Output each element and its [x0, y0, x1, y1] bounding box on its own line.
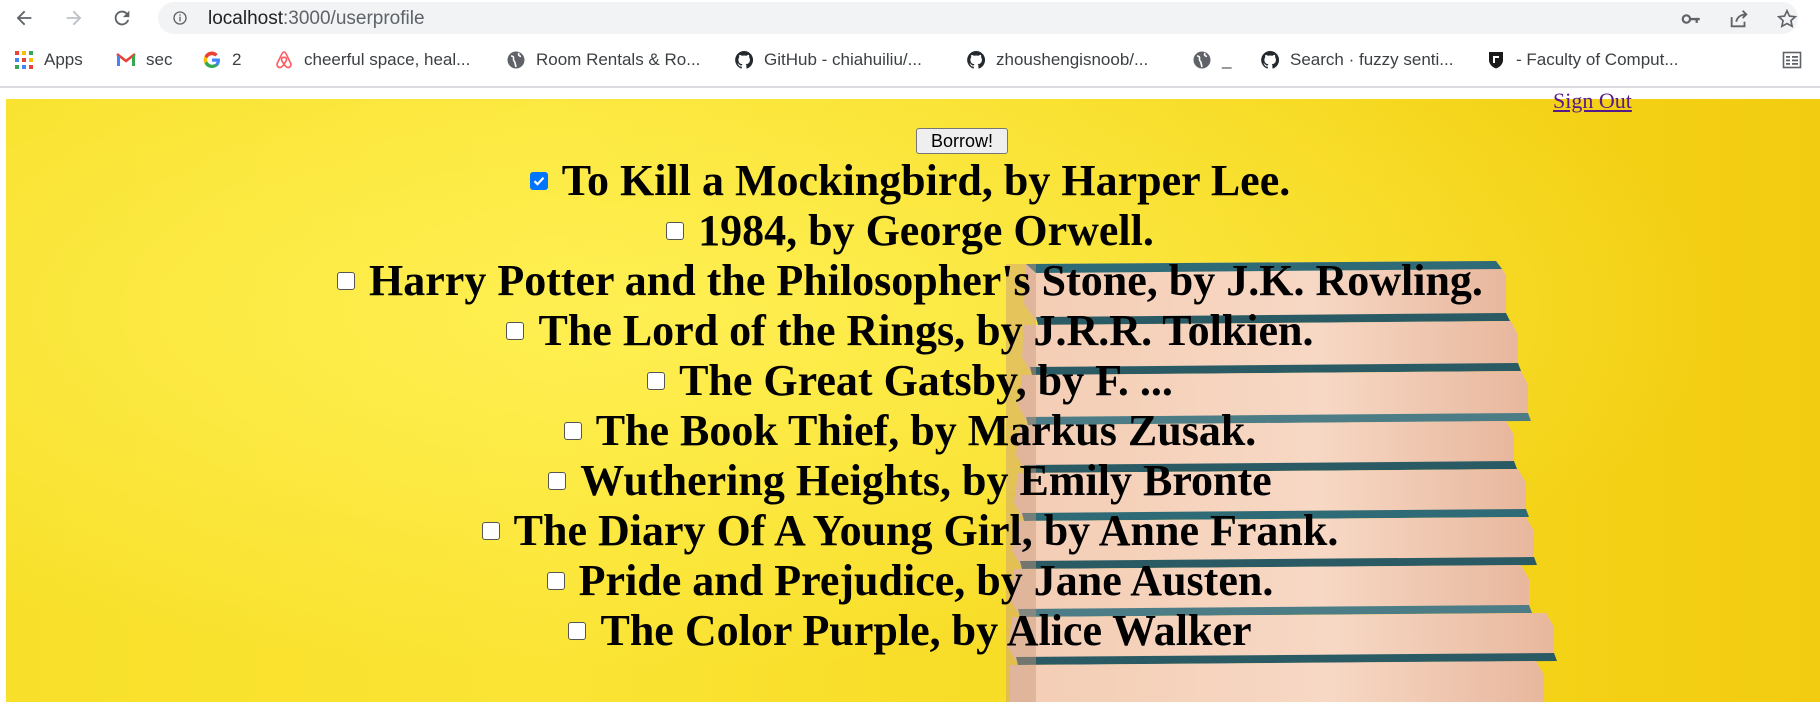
bookmark-gmail[interactable]: sec	[116, 48, 172, 72]
book-checkbox[interactable]	[337, 271, 356, 290]
bookmark-github-search[interactable]: Search · fuzzy senti...	[1260, 48, 1453, 72]
book-title: Harry Potter and the Philosopher's Stone…	[369, 256, 1483, 305]
book-title: Wuthering Heights, by Emily Bronte	[580, 456, 1272, 505]
book-checkbox[interactable]	[568, 621, 587, 640]
reload-button[interactable]	[108, 4, 136, 32]
bookmark-label: _	[1222, 50, 1232, 69]
bookmark-apps[interactable]: Apps	[14, 48, 83, 72]
bookmark-label: GitHub - chiahuiliu/...	[764, 50, 922, 69]
key-icon[interactable]	[1680, 8, 1702, 30]
bookmark-google[interactable]: 2	[202, 48, 241, 72]
book-checkbox[interactable]	[546, 571, 565, 590]
browser-toolbar: localhost:3000/userprofile	[0, 0, 1820, 36]
github-icon	[735, 50, 754, 69]
reading-list-icon	[1782, 51, 1802, 69]
book-checkbox[interactable]	[563, 421, 582, 440]
book-item: Pride and Prejudice, by Jane Austen.	[0, 556, 1820, 606]
book-title: Pride and Prejudice, by Jane Austen.	[578, 556, 1274, 605]
book-checkbox[interactable]	[666, 221, 685, 240]
shield-icon	[1489, 52, 1503, 69]
star-icon[interactable]	[1776, 8, 1798, 30]
sign-out-link[interactable]: Sign Out	[1553, 88, 1632, 114]
book-item: Harry Potter and the Philosopher's Stone…	[0, 256, 1820, 306]
bookmark-label: Search · fuzzy senti...	[1290, 50, 1454, 69]
info-icon[interactable]	[172, 10, 188, 26]
borrow-button[interactable]: Borrow!	[916, 128, 1008, 154]
book-title: The Great Gatsby, by F. ...	[679, 356, 1173, 405]
bookmark-label: 2	[232, 50, 242, 69]
bookmark-label: Apps	[44, 50, 83, 69]
book-item: 1984, by George Orwell.	[0, 206, 1820, 256]
reload-icon	[114, 10, 130, 26]
book-item: The Book Thief, by Markus Zusak.	[0, 406, 1820, 456]
gmail-icon	[116, 52, 136, 66]
bookmark-label: - Faculty of Comput...	[1516, 50, 1679, 69]
back-arrow-icon	[16, 10, 32, 26]
share-icon[interactable]	[1728, 8, 1750, 30]
book-checkbox[interactable]	[548, 471, 567, 490]
book-checkbox[interactable]	[506, 321, 525, 340]
book-checkbox[interactable]	[647, 371, 666, 390]
book-item: The Lord of the Rings, by J.R.R. Tolkien…	[0, 306, 1820, 356]
bookmark-room-rentals[interactable]: Room Rentals & Ro...	[506, 48, 700, 72]
book-checkbox[interactable]	[481, 521, 500, 540]
bookmark-github-zhousheng[interactable]: zhoushengisnoob/...	[966, 48, 1148, 72]
bookmark-underscore[interactable]: _	[1192, 48, 1231, 72]
book-title: The Book Thief, by Markus Zusak.	[595, 406, 1257, 455]
book-title: The Color Purple, by Alice Walker	[600, 606, 1252, 655]
book-checkbox[interactable]	[529, 171, 548, 190]
book-item: The Color Purple, by Alice Walker	[0, 606, 1820, 656]
forward-button[interactable]	[60, 4, 88, 32]
bookmark-label: cheerful space, heal...	[304, 50, 471, 69]
bookmark-github-chiahuiliu[interactable]: GitHub - chiahuiliu/...	[734, 48, 922, 72]
book-title: The Lord of the Rings, by J.R.R. Tolkien…	[538, 306, 1314, 355]
github-icon	[1261, 50, 1280, 69]
bookmark-label: zhoushengisnoob/...	[996, 50, 1149, 69]
toolbar-divider	[0, 86, 1820, 88]
bookmark-label: sec	[146, 50, 173, 69]
book-item: To Kill a Mockingbird, by Harper Lee.	[0, 156, 1820, 206]
book-title: To Kill a Mockingbird, by Harper Lee.	[561, 156, 1291, 205]
book-item: The Diary Of A Young Girl, by Anne Frank…	[0, 506, 1820, 556]
url-host: localhost	[208, 8, 283, 29]
github-icon	[967, 50, 986, 69]
bookmark-faculty[interactable]: - Faculty of Comput...	[1486, 48, 1679, 72]
book-item: Wuthering Heights, by Emily Bronte	[0, 456, 1820, 506]
globe-icon	[1193, 51, 1211, 69]
bookmark-airbnb[interactable]: cheerful space, heal...	[274, 48, 470, 72]
back-button[interactable]	[10, 4, 38, 32]
bookmarks-bar: Apps sec 2 cheerful space, heal... Room …	[0, 40, 1820, 80]
reading-list-button[interactable]	[1782, 48, 1812, 72]
bookmark-label: Room Rentals & Ro...	[536, 50, 701, 69]
google-icon	[203, 51, 220, 69]
url-path: :3000/userprofile	[283, 8, 425, 29]
globe-icon	[507, 51, 525, 69]
address-bar[interactable]: localhost:3000/userprofile	[158, 2, 1798, 34]
apps-grid-icon	[15, 51, 33, 69]
book-item: The Great Gatsby, by F. ...	[0, 356, 1820, 406]
book-title: 1984, by George Orwell.	[698, 206, 1154, 255]
book-title: The Diary Of A Young Girl, by Anne Frank…	[513, 506, 1339, 555]
forward-arrow-icon	[66, 10, 82, 26]
url-text[interactable]: localhost:3000/userprofile	[208, 8, 425, 30]
airbnb-icon	[276, 51, 292, 69]
